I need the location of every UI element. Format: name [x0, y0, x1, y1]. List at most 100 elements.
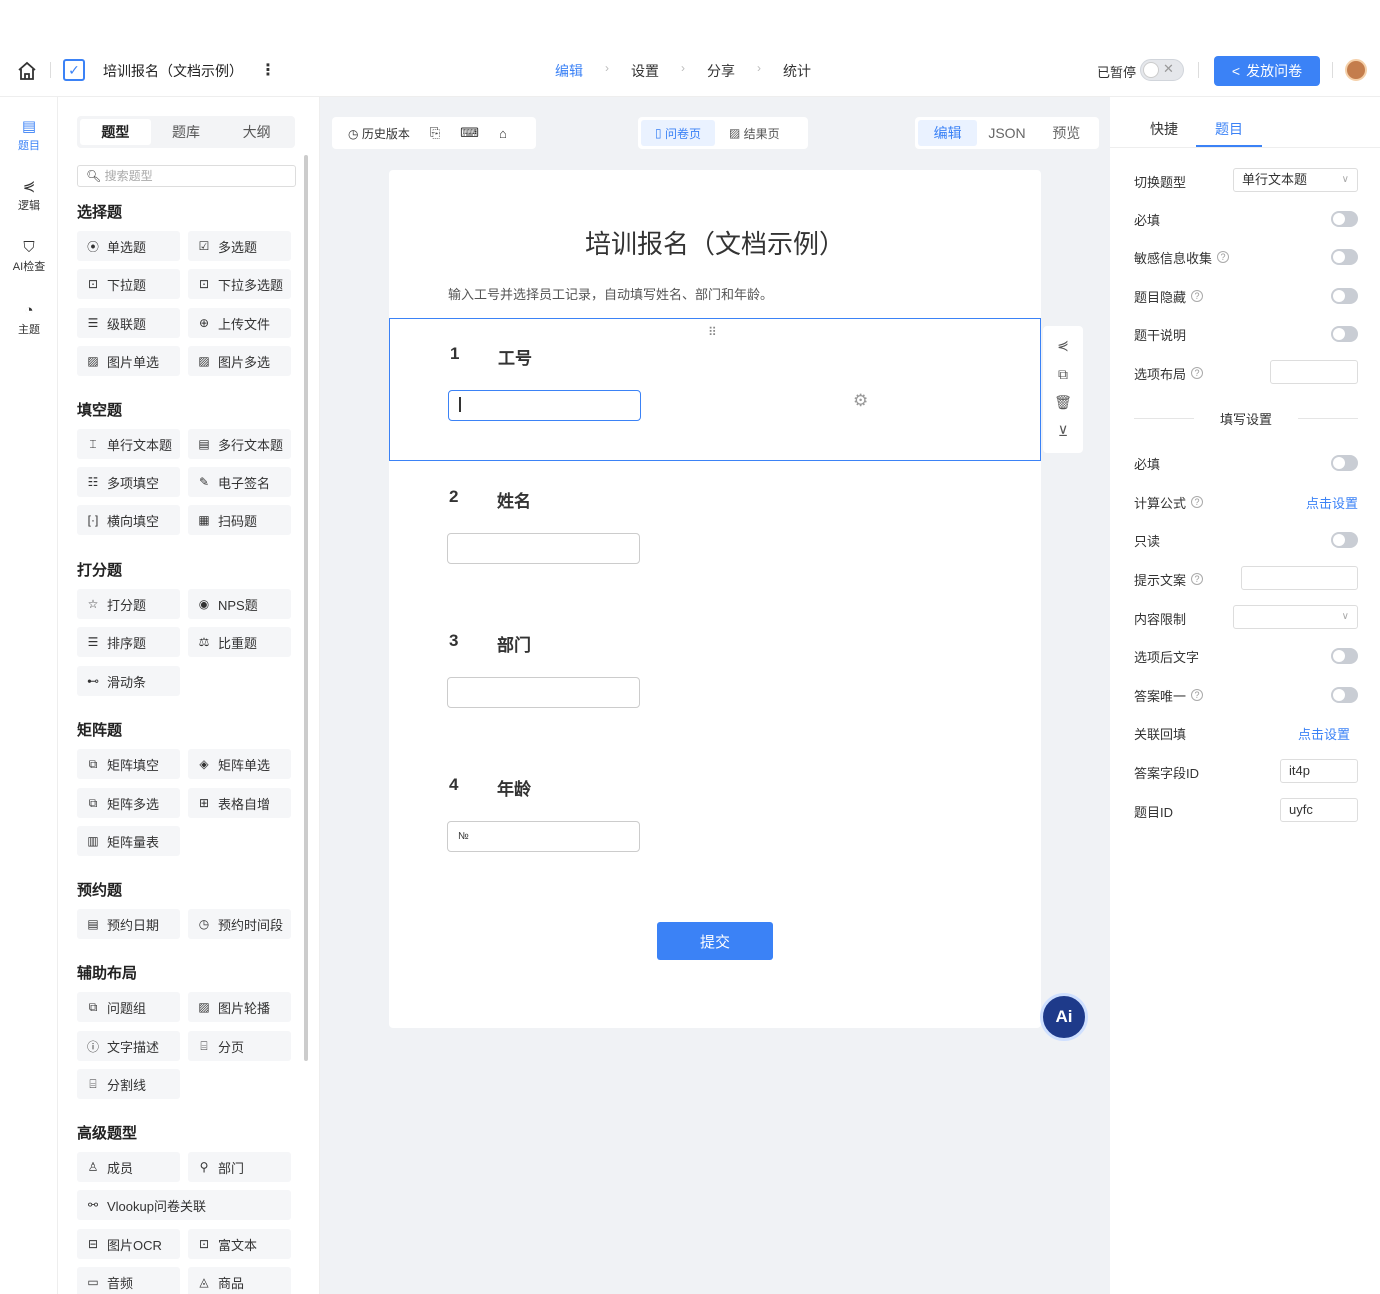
search-input[interactable]: 🔍︎ 搜索题型 — [77, 165, 296, 187]
tab-outline[interactable]: 大纲 — [221, 119, 292, 145]
qtype-multi-fill[interactable]: ☷ 多项填空 — [77, 467, 180, 497]
question-input[interactable]: № — [447, 821, 640, 852]
tab-result-page[interactable]: ▨ 结果页 — [715, 120, 794, 146]
qtype-matrix-multi[interactable]: ⧉ 矩阵多选 — [77, 788, 180, 818]
after-option-toggle[interactable] — [1331, 648, 1358, 664]
question-block[interactable]: ⠿ 1 工号 ⚙ — [389, 318, 1041, 461]
qtype-booking-time[interactable]: ◷ 预约时间段 — [188, 909, 291, 939]
tab-json[interactable]: JSON — [977, 120, 1036, 146]
home-icon[interactable] — [16, 60, 38, 82]
step-edit[interactable]: 编辑 — [555, 61, 583, 81]
hidden-toggle[interactable] — [1331, 288, 1358, 304]
content-limit-select[interactable]: ∨ — [1233, 605, 1358, 629]
required-toggle[interactable] — [1331, 211, 1358, 227]
scrollbar[interactable] — [304, 155, 308, 1061]
qtype-image-multi[interactable]: ▨ 图片多选 — [188, 346, 291, 376]
qtype-scan[interactable]: ▦ 扫码题 — [188, 505, 291, 535]
required2-toggle[interactable] — [1331, 455, 1358, 471]
help-icon[interactable]: ? — [1191, 573, 1204, 585]
rail-item-questions[interactable]: ▤ 题目 — [0, 117, 58, 153]
form-title[interactable]: 培训报名（文档示例） — [389, 224, 1041, 261]
trash-icon[interactable]: 🗑︎ — [1043, 394, 1083, 411]
option-layout-input[interactable] — [1270, 360, 1358, 384]
qtype-multi-choice[interactable]: ☑ 多选题 — [188, 231, 291, 261]
qtype-weight[interactable]: ⚖ 比重题 — [188, 627, 291, 657]
question-input[interactable] — [447, 677, 640, 708]
pause-toggle[interactable]: ✕ — [1140, 59, 1184, 81]
step-stats[interactable]: 统计 — [783, 61, 811, 81]
question-block[interactable]: 2 姓名 — [389, 461, 1041, 604]
qtype-department[interactable]: ⚲ 部门 — [188, 1152, 291, 1182]
qtype-matrix-single[interactable]: ◈ 矩阵单选 — [188, 749, 291, 779]
help-icon[interactable]: ? — [1191, 689, 1204, 701]
history-button[interactable]: ◷ 历史版本 — [348, 125, 410, 142]
qtype-single-choice[interactable]: ⦿ 单选题 — [77, 231, 180, 261]
template-icon[interactable]: ⌂ — [499, 126, 507, 141]
tab-question[interactable]: 题目 — [1215, 119, 1243, 139]
app-title[interactable]: 培训报名（文档示例） — [103, 61, 243, 81]
qtype-ocr[interactable]: ⊟ 图片OCR — [77, 1229, 180, 1259]
question-input[interactable] — [448, 390, 641, 421]
qtype-page-break[interactable]: ⌸ 分页 — [188, 1031, 291, 1061]
tab-library[interactable]: 题库 — [151, 119, 222, 145]
tab-quick[interactable]: 快捷 — [1150, 119, 1178, 139]
rail-item-ai-check[interactable]: ⛉ AI检查 — [0, 239, 58, 274]
qtype-vlookup[interactable]: ⚯ Vlookup问卷关联 — [77, 1190, 291, 1220]
qtype-cascade[interactable]: ☰ 级联题 — [77, 308, 180, 338]
help-icon[interactable]: ? — [1191, 290, 1204, 302]
import-icon[interactable]: ⎘ — [430, 125, 440, 141]
question-label[interactable]: 年龄 — [497, 775, 531, 800]
rail-item-logic[interactable]: ⋞ 逻辑 — [0, 177, 58, 213]
tab-preview[interactable]: 预览 — [1037, 120, 1096, 146]
drag-handle-icon[interactable]: ⠿ — [708, 325, 718, 339]
qtype-carousel[interactable]: ▨ 图片轮播 — [188, 992, 291, 1022]
help-icon[interactable]: ? — [1217, 251, 1230, 263]
unique-toggle[interactable] — [1331, 687, 1358, 703]
qtype-multi-text[interactable]: ▤ 多行文本题 — [188, 429, 291, 459]
tab-survey-page[interactable]: ▯ 问卷页 — [641, 120, 715, 146]
readonly-toggle[interactable] — [1331, 532, 1358, 548]
gear-icon[interactable]: ⚙ — [853, 391, 868, 411]
qtype-audio[interactable]: ▭ 音频 — [77, 1267, 180, 1294]
stem-desc-toggle[interactable] — [1331, 326, 1358, 342]
step-share[interactable]: 分享 — [707, 61, 735, 81]
formula-link[interactable]: 点击设置 — [1306, 493, 1358, 512]
qtype-text-desc[interactable]: ⓘ 文字描述 — [77, 1031, 180, 1061]
qtype-table-auto[interactable]: ⊞ 表格自增 — [188, 788, 291, 818]
field-id-input[interactable]: it4p — [1280, 759, 1358, 783]
qtype-nps[interactable]: ◉ NPS题 — [188, 589, 291, 619]
question-id-input[interactable]: uyfc — [1280, 798, 1358, 822]
qtype-image-single[interactable]: ▨ 图片单选 — [77, 346, 180, 376]
keyboard-icon[interactable]: ⌨ — [460, 125, 479, 141]
qtype-group[interactable]: ⧉ 问题组 — [77, 992, 180, 1022]
save-to-library-icon[interactable]: ⊻ — [1043, 423, 1083, 440]
qtype-rich-text[interactable]: ⊡ 富文本 — [188, 1229, 291, 1259]
question-label[interactable]: 工号 — [498, 344, 532, 369]
rail-item-theme[interactable]: ◔ 主题 — [0, 302, 58, 337]
qtype-member[interactable]: ♙ 成员 — [77, 1152, 180, 1182]
question-label[interactable]: 部门 — [497, 631, 531, 656]
qtype-matrix-scale[interactable]: ▥ 矩阵量表 — [77, 826, 180, 856]
qtype-signature[interactable]: ✎ 电子签名 — [188, 467, 291, 497]
qtype-product[interactable]: ◬ 商品 — [188, 1267, 291, 1294]
question-label[interactable]: 姓名 — [497, 487, 531, 512]
backfill-link[interactable]: 点击设置 — [1298, 724, 1350, 743]
submit-button[interactable]: 提交 — [657, 922, 773, 960]
copy-icon[interactable]: ⧉ — [1043, 366, 1083, 383]
more-icon[interactable]: ⋮ — [260, 60, 276, 80]
avatar[interactable] — [1345, 59, 1367, 81]
sensitive-toggle[interactable] — [1331, 249, 1358, 265]
help-icon[interactable]: ? — [1191, 367, 1204, 379]
qtype-dropdown[interactable]: ⊡ 下拉题 — [77, 269, 180, 299]
qtype-inline-fill[interactable]: [·] 横向填空 — [77, 505, 180, 535]
question-block[interactable]: 3 部门 — [389, 604, 1041, 747]
step-settings[interactable]: 设置 — [631, 61, 659, 81]
hint-input[interactable] — [1241, 566, 1358, 590]
tab-edit[interactable]: 编辑 — [918, 120, 978, 146]
question-block[interactable]: 4 年龄 № — [389, 747, 1041, 890]
tab-types[interactable]: 题型 — [80, 119, 151, 145]
qtype-slider[interactable]: ⊷ 滑动条 — [77, 666, 180, 696]
question-type-select[interactable]: 单行文本题 ∨ — [1233, 168, 1358, 192]
qtype-booking-date[interactable]: ▤ 预约日期 — [77, 909, 180, 939]
publish-button[interactable]: < 发放问卷 — [1214, 56, 1320, 86]
